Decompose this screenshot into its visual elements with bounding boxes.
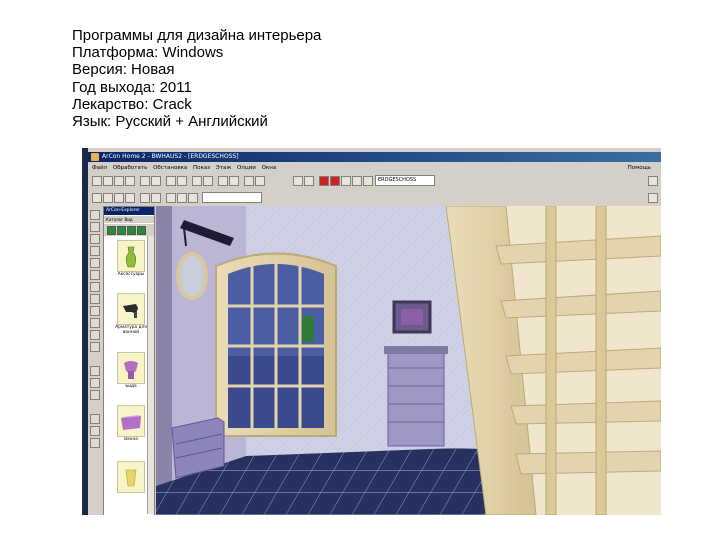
wall-tool-icon[interactable]	[92, 193, 102, 203]
palette-window-icon[interactable]	[90, 246, 100, 256]
window-close-icon[interactable]	[648, 176, 658, 186]
info-text-block: Программы для дизайна интерьера Платформ…	[72, 27, 321, 130]
zoom-in-icon[interactable]	[218, 176, 228, 186]
palette-furniture-icon[interactable]	[90, 270, 100, 280]
room-render	[156, 206, 661, 515]
line-color-icon[interactable]	[330, 176, 340, 186]
palette-measure-icon[interactable]	[90, 318, 100, 328]
text-tool-icon[interactable]	[166, 193, 176, 203]
palette-door-icon[interactable]	[90, 234, 100, 244]
snap-icon[interactable]	[255, 176, 265, 186]
menu-furnish[interactable]: Обстановка	[153, 165, 187, 171]
redo-icon[interactable]	[203, 176, 213, 186]
undo-icon[interactable]	[192, 176, 202, 186]
app-icon	[91, 153, 99, 161]
catalog-title: ArCon-Explorer	[106, 208, 141, 213]
view-close-icon[interactable]	[648, 193, 658, 203]
fill-color-icon[interactable]	[319, 176, 329, 186]
catalog-toolbar	[104, 224, 154, 236]
catalog-view-icon[interactable]	[107, 226, 116, 235]
menu-help[interactable]: Помощь	[628, 163, 651, 173]
menu-options[interactable]: Опции	[237, 165, 256, 171]
menu-window[interactable]: Окна	[262, 165, 277, 171]
texture-icon[interactable]	[341, 176, 351, 186]
walk-tool-icon[interactable]	[188, 193, 198, 203]
palette-rotate-icon[interactable]	[90, 378, 100, 388]
catalog-item-accessories[interactable]: Аксессуары	[114, 240, 148, 277]
menu-view[interactable]: Показ	[193, 165, 210, 171]
palette-wall-icon[interactable]	[90, 222, 100, 232]
dimension-tool-icon[interactable]	[177, 193, 187, 203]
menu-file[interactable]: Файл	[92, 165, 107, 171]
catalog-menu: Каталог Вид	[104, 216, 154, 223]
catalog-item-bathtub[interactable]: Ванна	[114, 405, 148, 442]
render-icon[interactable]	[177, 176, 187, 186]
main-toolbar: ERDGESCHOSS	[88, 175, 661, 186]
palette-roof-icon[interactable]	[90, 342, 100, 352]
menu-edit[interactable]: Обработать	[113, 165, 147, 171]
palette-light-icon[interactable]	[90, 282, 100, 292]
app-screenshot: ArCon Home 2 - BWHAUS2 - [ERDGESCHOSS] Ф…	[82, 148, 661, 515]
catalog-search-icon[interactable]	[137, 226, 146, 235]
menu-bar: Файл Обработать Обстановка Показ Этаж Оп…	[88, 163, 661, 173]
furniture-icon	[117, 461, 145, 493]
print-icon[interactable]	[125, 176, 135, 186]
faucet-icon	[117, 293, 145, 325]
catalog-scrollbar[interactable]	[147, 236, 154, 514]
info-line-platform: Платформа: Windows	[72, 44, 224, 62]
catalog-menu-label[interactable]: Каталог Вид	[106, 217, 133, 222]
catalog-item-bidet[interactable]: Биде	[114, 352, 148, 389]
info-line-language: Язык: Русский + Английский	[72, 113, 268, 131]
catalog-item-next[interactable]	[114, 461, 148, 493]
tool-palette	[88, 206, 101, 515]
stair-tool-icon[interactable]	[125, 193, 135, 203]
new-file-icon[interactable]	[92, 176, 102, 186]
camera-icon[interactable]	[166, 176, 176, 186]
catalog-item-label: Арматура для ванной	[115, 325, 147, 335]
info-line-title: Программы для дизайна интерьера	[72, 27, 322, 44]
bidet-icon	[117, 352, 145, 384]
info-line-crack: Лекарство: Crack	[72, 95, 192, 113]
palette-texture-icon[interactable]	[90, 294, 100, 304]
door-tool-icon[interactable]	[103, 193, 113, 203]
window-titlebar: ArCon Home 2 - BWHAUS2 - [ERDGESCHOSS]	[88, 152, 661, 162]
grid-icon[interactable]	[244, 176, 254, 186]
window-tool-icon[interactable]	[114, 193, 124, 203]
material-icon[interactable]	[363, 176, 373, 186]
palette-camera-icon[interactable]	[90, 306, 100, 316]
bathtub-icon	[117, 405, 145, 437]
palette-text-icon[interactable]	[90, 330, 100, 340]
measure-tool-icon[interactable]	[151, 193, 161, 203]
vase-icon	[117, 240, 145, 272]
floor-select[interactable]: ERDGESCHOSS	[375, 175, 435, 186]
catalog-panel: ArCon-Explorer Каталог Вид Аксессуары Ар…	[103, 206, 155, 515]
palette-zoom-icon[interactable]	[90, 366, 100, 376]
palette-stairs-icon[interactable]	[90, 258, 100, 268]
light-icon[interactable]	[352, 176, 362, 186]
info-line-year: Год выхода: 2011	[72, 78, 192, 96]
catalog-list-icon[interactable]	[117, 226, 126, 235]
move-icon[interactable]	[304, 176, 314, 186]
catalog-icon[interactable]	[140, 176, 150, 186]
palette-select-icon[interactable]	[90, 210, 100, 220]
catalog-titlebar: ArCon-Explorer	[104, 207, 154, 215]
zoom-out-icon[interactable]	[229, 176, 239, 186]
window-title: ArCon Home 2 - BWHAUS2 - [ERDGESCHOSS]	[102, 153, 239, 160]
object-icon[interactable]	[151, 176, 161, 186]
3d-viewport[interactable]	[156, 206, 661, 515]
palette-walk-icon[interactable]	[90, 414, 100, 424]
catalog-tree-icon[interactable]	[127, 226, 136, 235]
catalog-item-bath-fittings[interactable]: Арматура для ванной	[114, 293, 148, 335]
palette-fly-icon[interactable]	[90, 426, 100, 436]
save-icon[interactable]	[114, 176, 124, 186]
palette-render-icon[interactable]	[90, 438, 100, 448]
secondary-toolbar	[88, 192, 661, 203]
view-select[interactable]	[202, 192, 262, 203]
select-arrow-icon[interactable]	[293, 176, 303, 186]
menu-floor[interactable]: Этаж	[216, 165, 231, 171]
info-line-version: Версия: Новая	[72, 61, 175, 79]
open-file-icon[interactable]	[103, 176, 113, 186]
roof-tool-icon[interactable]	[140, 193, 150, 203]
palette-pan-icon[interactable]	[90, 390, 100, 400]
